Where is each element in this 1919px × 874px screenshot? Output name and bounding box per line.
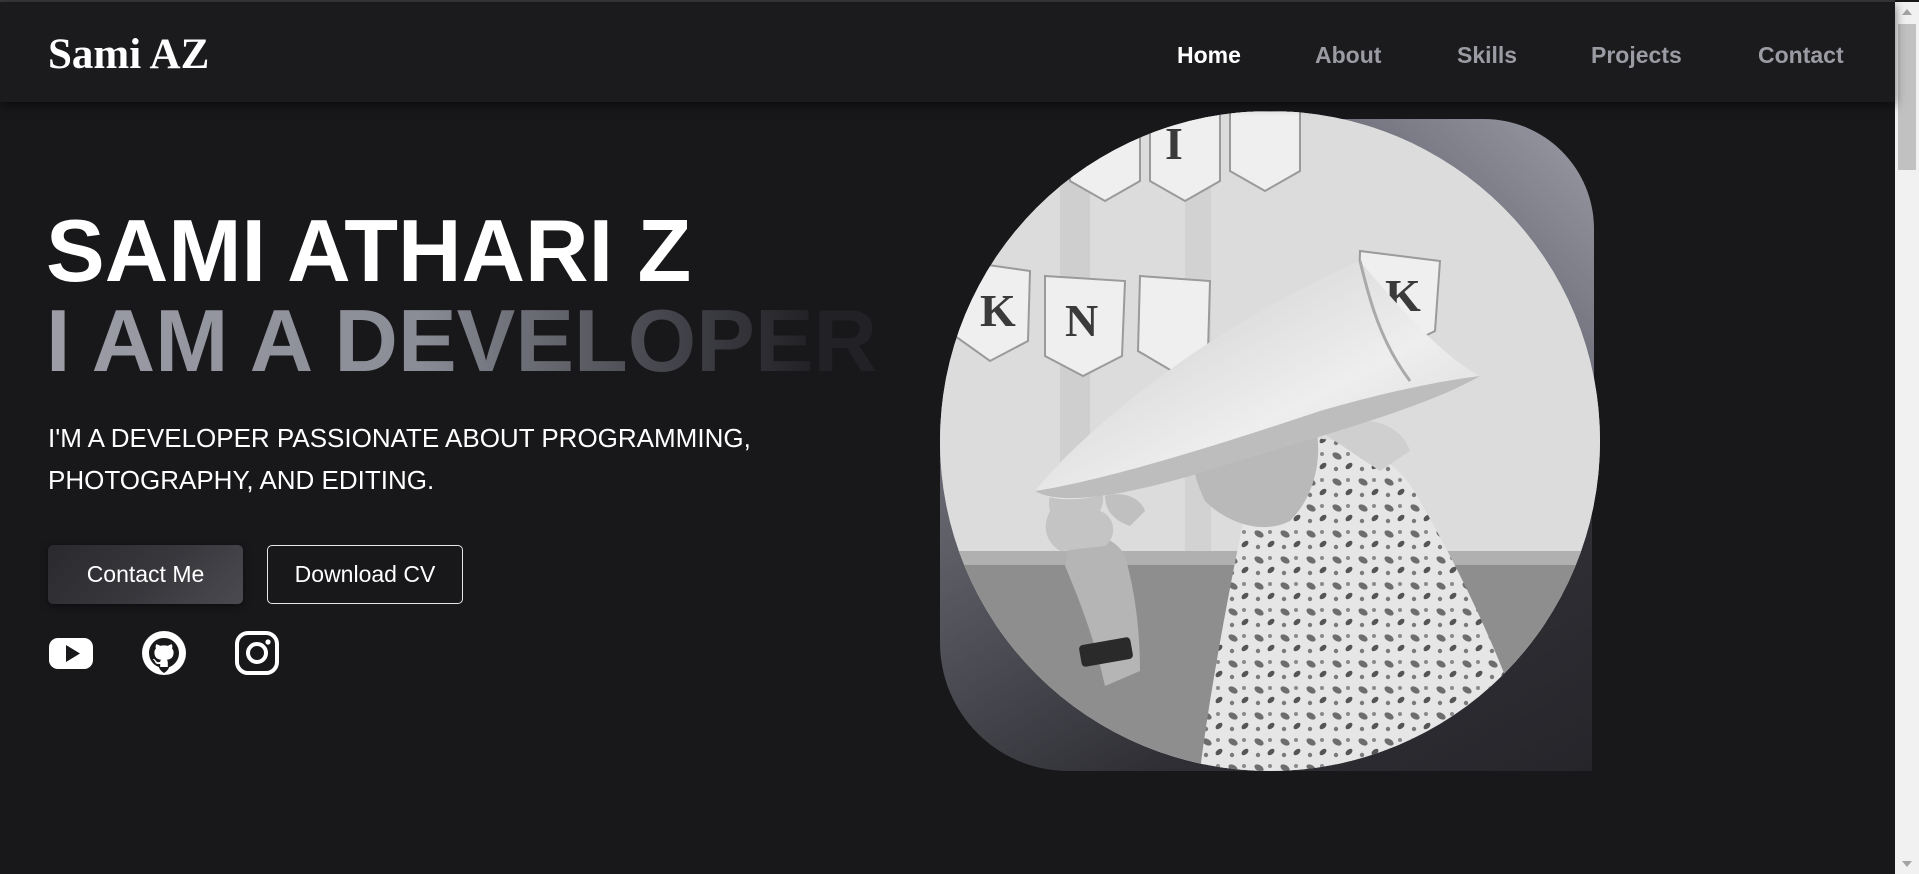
youtube-icon[interactable] — [48, 630, 94, 676]
site-logo[interactable]: Sami AZ — [48, 30, 209, 79]
scrollbar-thumb[interactable] — [1898, 24, 1916, 170]
contact-me-button[interactable]: Contact Me — [48, 545, 243, 604]
nav-home-link[interactable]: Home — [1177, 42, 1241, 69]
svg-text:K: K — [980, 285, 1016, 336]
hero-description: I'M A DEVELOPER PASSIONATE ABOUT PROGRAM… — [48, 423, 751, 495]
page-scrollbar[interactable] — [1895, 2, 1919, 874]
nav-skills-link[interactable]: Skills — [1457, 42, 1517, 69]
nav-contact-link[interactable]: Contact — [1758, 42, 1844, 69]
scroll-up-button[interactable] — [1895, 2, 1919, 22]
download-cv-button[interactable]: Download CV — [267, 545, 463, 604]
svg-text:N: N — [1065, 295, 1098, 346]
scroll-down-button[interactable] — [1895, 854, 1919, 874]
svg-text:I: I — [1165, 118, 1183, 169]
site-header: Sami AZ Home About Skills Projects Conta… — [0, 2, 1895, 102]
nav-about-link[interactable]: About — [1315, 42, 1381, 69]
nav-projects-link[interactable]: Projects — [1591, 42, 1682, 69]
instagram-icon[interactable] — [234, 630, 280, 676]
github-icon[interactable] — [141, 630, 187, 676]
hero-role: I AM A DEVELOPER — [46, 291, 878, 390]
hero-name: SAMI ATHARI Z — [46, 201, 692, 300]
profile-photo: K N I K — [940, 111, 1600, 771]
